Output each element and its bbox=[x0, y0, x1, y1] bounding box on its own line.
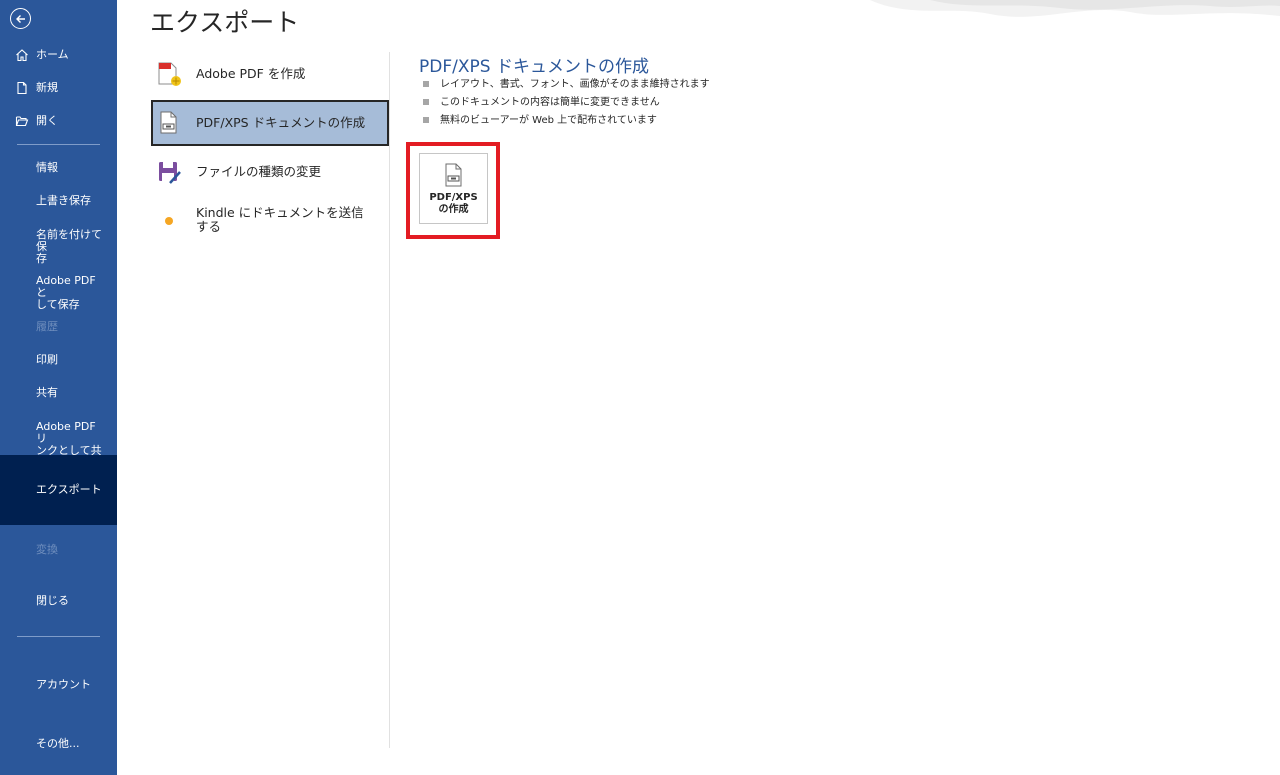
option-create-adobe-pdf[interactable]: Adobe PDF を作成 bbox=[151, 51, 389, 97]
pdf-xps-document-icon bbox=[160, 111, 177, 134]
sidebar-item-more[interactable]: その他... bbox=[0, 738, 117, 752]
sidebar-divider bbox=[17, 636, 100, 637]
sidebar-item-label: 名前を付けて保 存 bbox=[36, 228, 102, 265]
sidebar-item-share[interactable]: 共有 bbox=[0, 387, 117, 401]
option-label: ファイルの種類の変更 bbox=[196, 164, 322, 179]
sidebar-item-history: 履歴 bbox=[0, 321, 117, 335]
sidebar-item-label: 履歴 bbox=[36, 320, 58, 333]
sidebar-item-label: 情報 bbox=[36, 161, 58, 174]
pdf-xps-document-icon bbox=[445, 163, 462, 187]
sidebar-item-account[interactable]: アカウント bbox=[0, 679, 117, 693]
option-label: PDF/XPS ドキュメントの作成 bbox=[196, 115, 366, 130]
list-item: レイアウト、書式、フォント、画像がそのまま維持されます bbox=[423, 78, 710, 96]
bullet-icon bbox=[423, 99, 429, 105]
sidebar-item-open[interactable]: 開く bbox=[0, 115, 117, 129]
option-send-to-kindle[interactable]: Kindle にドキュメントを送信 する bbox=[151, 203, 389, 243]
option-label: Adobe PDF を作成 bbox=[196, 66, 306, 81]
detail-title: PDF/XPS ドキュメントの作成 bbox=[419, 57, 649, 77]
sidebar-item-label: アカウント bbox=[36, 678, 91, 691]
sidebar-item-label: 閉じる bbox=[36, 594, 69, 607]
bullet-icon bbox=[423, 81, 429, 87]
sidebar-item-label: 印刷 bbox=[36, 353, 58, 366]
sidebar-item-label: 新規 bbox=[36, 81, 58, 94]
list-item: 無料のビューアーが Web 上で配布されています bbox=[423, 114, 710, 132]
kindle-icon bbox=[165, 217, 173, 225]
sidebar-item-label: 上書き保存 bbox=[36, 194, 91, 207]
sidebar-item-label: ホーム bbox=[36, 48, 69, 61]
create-button-label: PDF/XPS の作成 bbox=[429, 192, 478, 215]
sidebar-item-label: 変換 bbox=[36, 543, 58, 556]
list-item: このドキュメントの内容は簡単に変更できません bbox=[423, 96, 710, 114]
home-icon bbox=[16, 49, 28, 62]
header-decoration-icon bbox=[870, 0, 1280, 17]
sidebar-item-label: Adobe PDF と して保存 bbox=[36, 274, 96, 311]
detail-bullet-list: レイアウト、書式、フォント、画像がそのまま維持されます このドキュメントの内容は… bbox=[423, 78, 710, 132]
sidebar-item-save-adobe-pdf[interactable]: Adobe PDF と して保存 bbox=[0, 275, 117, 311]
panel-separator bbox=[389, 52, 390, 748]
bullet-icon bbox=[423, 117, 429, 123]
arrow-left-icon bbox=[15, 14, 25, 23]
back-button[interactable] bbox=[10, 8, 31, 29]
create-pdf-xps-button[interactable]: PDF/XPS の作成 bbox=[419, 153, 488, 224]
sidebar-item-label: 開く bbox=[36, 114, 58, 127]
sidebar-item-save-as[interactable]: 名前を付けて保 存 bbox=[0, 229, 117, 265]
sidebar-item-transform: 変換 bbox=[0, 544, 117, 558]
new-document-icon bbox=[17, 81, 27, 95]
sidebar-divider bbox=[17, 144, 100, 145]
backstage-view: ホーム 新規 開く 情報 上書き保存 名前を付けて保 存 Adobe PDF と… bbox=[0, 0, 1280, 775]
option-create-pdf-xps[interactable]: PDF/XPS ドキュメントの作成 bbox=[151, 100, 389, 146]
sidebar-item-label: その他... bbox=[36, 737, 80, 750]
sidebar-item-close[interactable]: 閉じる bbox=[0, 595, 117, 609]
option-label: Kindle にドキュメントを送信 する bbox=[196, 205, 364, 234]
backstage-sidebar: ホーム 新規 開く 情報 上書き保存 名前を付けて保 存 Adobe PDF と… bbox=[0, 0, 117, 775]
sidebar-item-info[interactable]: 情報 bbox=[0, 162, 117, 176]
sidebar-item-home[interactable]: ホーム bbox=[0, 49, 117, 63]
sidebar-item-new[interactable]: 新規 bbox=[0, 82, 117, 96]
open-folder-icon bbox=[15, 116, 29, 127]
sidebar-item-export[interactable]: エクスポート bbox=[0, 455, 117, 525]
page-title: エクスポート bbox=[150, 8, 300, 37]
save-change-type-icon bbox=[159, 162, 181, 184]
sidebar-item-label: エクスポート bbox=[36, 483, 102, 496]
adobe-pdf-icon bbox=[158, 62, 181, 86]
sidebar-item-share-adobe-pdf[interactable]: Adobe PDF リ ンクとして共有 bbox=[0, 421, 117, 469]
option-change-file-type[interactable]: ファイルの種類の変更 bbox=[151, 149, 389, 195]
sidebar-item-print[interactable]: 印刷 bbox=[0, 354, 117, 368]
sidebar-item-label: 共有 bbox=[36, 386, 58, 399]
sidebar-item-save[interactable]: 上書き保存 bbox=[0, 195, 117, 209]
